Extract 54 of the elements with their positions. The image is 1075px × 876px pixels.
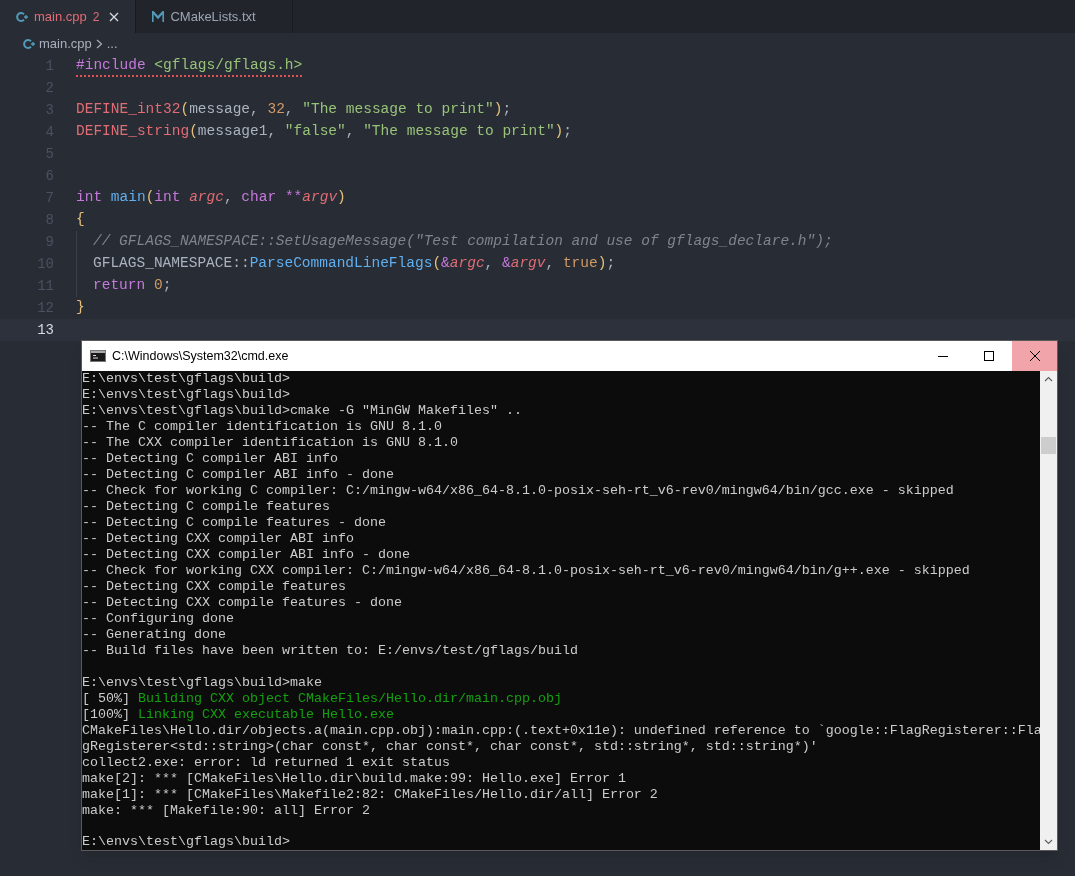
close-icon[interactable] (109, 11, 120, 22)
console-line: -- Build files have been written to: E:/envs/test/gflags/build (82, 643, 579, 659)
console-line: make[1]: *** [CMakeFiles\Makefile2:82: CMakeFiles/Hello.dir/all] Error 2 (82, 786, 659, 803)
console-line: -- The C compiler identification is GNU 8.1.0 (82, 419, 443, 435)
editor-tab[interactable]: main.cpp 2 (0, 0, 137, 33)
cpp-file-icon (23, 38, 35, 50)
console-line: make: *** [Makefile:90: all] Error 2 (82, 802, 371, 819)
console-line: -- Check for working C compiler: C:/mingw-w64/x86_64-8.1.0-posix-seh-rt_v6-rev0/mingw64/bin/gcc.exe - skipped (82, 483, 955, 499)
scroll-thumb[interactable] (1041, 437, 1056, 454)
console-line: [100%] Linking CXX executable Hello.exe (82, 706, 395, 723)
problem-count: 2 (92, 8, 100, 26)
console-line: -- Detecting CXX compiler ABI info - done (82, 547, 411, 563)
code-line: } (76, 298, 85, 317)
code-line: #include <gflags/gflags.h> (76, 55, 303, 77)
console-line: make[2]: *** [CMakeFiles\Hello.dir\build.make:99: Hello.exe] Error 1 (82, 770, 627, 787)
console-line: E:\envs\test\gflags\build> (82, 834, 291, 850)
console-line: -- Detecting C compiler ABI info (82, 451, 339, 467)
console-line: collect2.exe: error: ld returned 1 exit status (82, 754, 451, 771)
console-line: -- Detecting CXX compile features (82, 579, 347, 595)
window-title: C:\Windows\System32\cmd.exe (112, 347, 289, 365)
close-icon (1029, 351, 1040, 361)
scroll-down-icon[interactable] (1044, 839, 1053, 845)
maximize-icon (984, 351, 994, 361)
code-line: { (76, 210, 85, 229)
cmake-file-icon (152, 11, 165, 22)
console-icon (90, 350, 106, 362)
breadcrumb-item[interactable]: ... (106, 34, 118, 54)
cpp-file-icon (16, 10, 28, 23)
scrollbar[interactable] (1040, 371, 1057, 850)
console-line: E:\envs\test\gflags\build> (82, 387, 291, 403)
console-line: -- Detecting C compiler ABI info - done (82, 467, 395, 483)
console-line: -- Detecting CXX compiler ABI info (82, 531, 355, 547)
console-line: [ 50%] Building CXX object CMakeFiles/Hello.dir/main.cpp.obj (82, 690, 563, 707)
console-line: -- Detecting CXX compile features - done (82, 595, 403, 611)
console-line: -- Configuring done (82, 611, 235, 627)
line-number: 13 (36, 320, 54, 340)
code-line: GFLAGS_NAMESPACE::ParseCommandLineFlags(&argc, &argv, true); (76, 253, 616, 275)
console-line: E:\envs\test\gflags\build>make (82, 674, 323, 691)
console-line: -- Detecting C compile features (82, 499, 331, 515)
code-line: int main(int argc, char **argv) (76, 188, 346, 207)
chevron-right-icon (95, 39, 103, 49)
console-line: -- Generating done (82, 627, 227, 643)
code-line: return 0; (76, 275, 172, 297)
code-line: // GFLAGS_NAMESPACE::SetUsageMessage("Test compilation and use of gflags_declare.h"); (76, 231, 833, 253)
console-line: -- The CXX compiler identification is GNU 8.1.0 (82, 435, 459, 451)
breadcrumb-item[interactable]: main.cpp (39, 34, 92, 54)
console-line: E:\envs\test\gflags\build> (82, 371, 291, 387)
scroll-up-icon[interactable] (1044, 376, 1053, 382)
console-line: E:\envs\test\gflags\build>cmake -G "MinGW Makefiles" .. (82, 403, 523, 419)
code-line: DEFINE_int32(message, 32, "The message to print"); (76, 100, 512, 119)
console-line: -- Check for working CXX compiler: C:/mingw-w64/x86_64-8.1.0-posix-seh-rt_v6-rev0/mingw64/bin/g++.exe - skipped (82, 563, 971, 579)
code-line: DEFINE_string(message1, "false", "The message to print"); (76, 122, 572, 141)
console-line: gRegisterer<std::string>(char const*, char const*, char const*, std::string*, std::string*)' (82, 738, 819, 755)
console-line: -- Detecting C compile features - done (82, 515, 387, 531)
